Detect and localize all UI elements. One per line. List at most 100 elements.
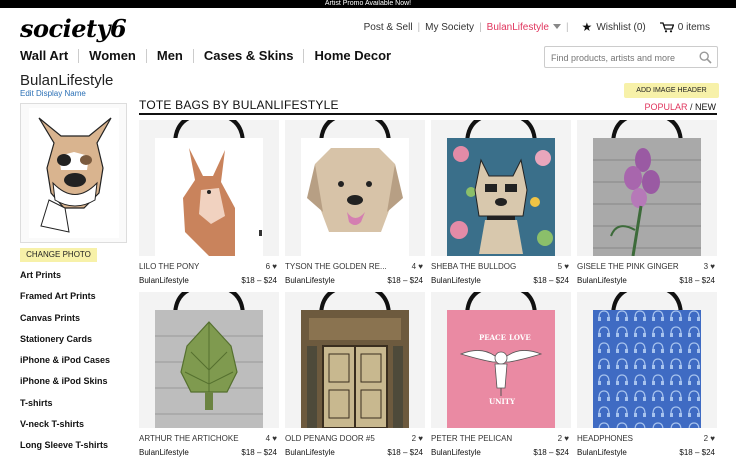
sidebar-item-framed-art-prints[interactable]: Framed Art Prints	[20, 291, 110, 312]
cart-icon	[659, 21, 674, 32]
tote-pelican: PEACE LOVE UNITY	[431, 292, 571, 428]
product-title[interactable]: ARTHUR THE ARTICHOKE	[139, 434, 249, 443]
product-price: $18 – $24	[241, 448, 277, 457]
product-title[interactable]: SHEBA THE BULLDOG	[431, 262, 541, 271]
sort-new[interactable]: NEW	[695, 102, 716, 112]
like-count[interactable]: 2 ♥	[412, 434, 423, 443]
likes-value: 2	[703, 434, 709, 443]
product-title[interactable]: HEADPHONES	[577, 434, 687, 443]
star-icon: ★	[581, 20, 593, 34]
product-card[interactable]: ARTHUR THE ARTICHOKE 4 ♥ BulanLifestyle …	[139, 292, 279, 457]
like-count[interactable]: 4 ♥	[266, 434, 277, 443]
add-image-header-button[interactable]: ADD IMAGE HEADER	[624, 83, 719, 98]
art-text-peace: PEACE	[479, 333, 506, 342]
wishlist-link[interactable]: Wishlist (0)	[596, 22, 645, 33]
product-artist[interactable]: BulanLifestyle	[577, 276, 627, 285]
product-price: $18 – $24	[679, 448, 715, 457]
nav-men[interactable]: Men	[157, 48, 183, 63]
cart-button[interactable]: 0 items	[659, 21, 710, 33]
sidebar-item-v-neck-t-shirts[interactable]: V-neck T-shirts	[20, 419, 110, 440]
search-box	[544, 46, 718, 68]
product-price: $18 – $24	[679, 276, 715, 285]
heart-icon: ♥	[418, 434, 423, 443]
product-artist[interactable]: BulanLifestyle	[285, 276, 335, 285]
product-price: $18 – $24	[241, 276, 277, 285]
product-price: $18 – $24	[533, 276, 569, 285]
post-sell-link[interactable]: Post & Sell	[364, 22, 413, 33]
profile-avatar[interactable]	[20, 103, 127, 243]
like-count[interactable]: 5 ♥	[558, 262, 569, 271]
tote-headphones	[577, 292, 717, 428]
product-image[interactable]	[577, 292, 717, 428]
dog-portrait-image	[29, 108, 119, 238]
product-image[interactable]	[285, 292, 425, 428]
sidebar-item-iphone-cases[interactable]: iPhone & iPod Cases	[20, 355, 110, 376]
product-card[interactable]: TYSON THE GOLDEN RE... 4 ♥ BulanLifestyl…	[285, 120, 425, 285]
tote-bulldog	[431, 120, 571, 256]
like-count[interactable]: 2 ♥	[704, 434, 715, 443]
product-title[interactable]: TYSON THE GOLDEN RE...	[285, 262, 395, 271]
change-photo-button[interactable]: CHANGE PHOTO	[20, 248, 97, 262]
search-icon[interactable]	[699, 51, 712, 64]
nav-home-decor[interactable]: Home Decor	[314, 48, 391, 63]
art-text-unity: UNITY	[489, 397, 516, 406]
like-count[interactable]: 2 ♥	[558, 434, 569, 443]
divider: |	[565, 21, 569, 33]
product-artist[interactable]: BulanLifestyle	[431, 448, 481, 457]
product-image[interactable]: PEACE LOVE UNITY	[431, 292, 571, 428]
product-title[interactable]: GISELE THE PINK GINGER	[577, 262, 687, 271]
likes-value: 2	[411, 434, 417, 443]
product-artist[interactable]: BulanLifestyle	[577, 448, 627, 457]
society6-logo[interactable]: society6	[20, 14, 127, 43]
user-name: BulanLifestyle	[486, 21, 549, 33]
sidebar-item-stationery-cards[interactable]: Stationery Cards	[20, 334, 110, 355]
product-artist[interactable]: BulanLifestyle	[139, 448, 189, 457]
heart-icon: ♥	[272, 262, 277, 271]
tote-artichoke	[139, 292, 279, 428]
product-artist[interactable]: BulanLifestyle	[431, 276, 481, 285]
nav-cases-skins[interactable]: Cases & Skins	[204, 48, 294, 63]
nav-women[interactable]: Women	[89, 48, 136, 63]
product-title[interactable]: LILO THE PONY	[139, 262, 249, 271]
divider	[192, 48, 194, 63]
product-title[interactable]: OLD PENANG DOOR #5	[285, 434, 395, 443]
section-divider	[139, 113, 717, 115]
product-image[interactable]	[139, 292, 279, 428]
tote-pink-ginger	[577, 120, 717, 256]
product-image[interactable]	[285, 120, 425, 256]
product-artist[interactable]: BulanLifestyle	[285, 448, 335, 457]
product-artist[interactable]: BulanLifestyle	[139, 276, 189, 285]
product-card[interactable]: LILO THE PONY 6 ♥ BulanLifestyle $18 – $…	[139, 120, 279, 285]
product-card[interactable]: GISELE THE PINK GINGER 3 ♥ BulanLifestyl…	[577, 120, 717, 285]
sort-popular[interactable]: POPULAR	[644, 102, 687, 112]
tote-pony	[139, 120, 279, 256]
likes-value: 4	[411, 262, 417, 271]
nav-wall-art[interactable]: Wall Art	[20, 48, 68, 63]
product-card[interactable]: HEADPHONES 2 ♥ BulanLifestyle $18 – $24	[577, 292, 717, 457]
product-card[interactable]: SHEBA THE BULLDOG 5 ♥ BulanLifestyle $18…	[431, 120, 571, 285]
sidebar-item-long-sleeve-t-shirts[interactable]: Long Sleeve T-shirts	[20, 440, 110, 460]
product-image[interactable]	[431, 120, 571, 256]
sidebar-item-art-prints[interactable]: Art Prints	[20, 270, 110, 291]
product-card[interactable]: PEACE LOVE UNITY PETER THE PELICAN 2 ♥ B…	[431, 292, 571, 457]
sidebar-categories: Art Prints Framed Art Prints Canvas Prin…	[20, 270, 110, 460]
like-count[interactable]: 4 ♥	[412, 262, 423, 271]
edit-display-name-link[interactable]: Edit Display Name	[20, 89, 86, 98]
product-title[interactable]: PETER THE PELICAN	[431, 434, 541, 443]
sidebar-item-t-shirts[interactable]: T-shirts	[20, 398, 110, 419]
sidebar-item-iphone-skins[interactable]: iPhone & iPod Skins	[20, 376, 110, 397]
main-nav: Wall Art Women Men Cases & Skins Home De…	[20, 48, 391, 63]
product-card[interactable]: OLD PENANG DOOR #5 2 ♥ BulanLifestyle $1…	[285, 292, 425, 457]
tote-penang-door	[285, 292, 425, 428]
search-input[interactable]	[551, 51, 691, 64]
likes-value: 2	[557, 434, 563, 443]
heart-icon: ♥	[272, 434, 277, 443]
product-image[interactable]	[139, 120, 279, 256]
my-society-link[interactable]: My Society	[425, 22, 474, 33]
user-menu[interactable]: BulanLifestyle	[487, 22, 561, 33]
like-count[interactable]: 3 ♥	[704, 262, 715, 271]
product-image[interactable]	[577, 120, 717, 256]
promo-banner[interactable]: Artist Promo Available Now!	[0, 0, 736, 8]
sidebar-item-canvas-prints[interactable]: Canvas Prints	[20, 313, 110, 334]
like-count[interactable]: 6 ♥	[266, 262, 277, 271]
